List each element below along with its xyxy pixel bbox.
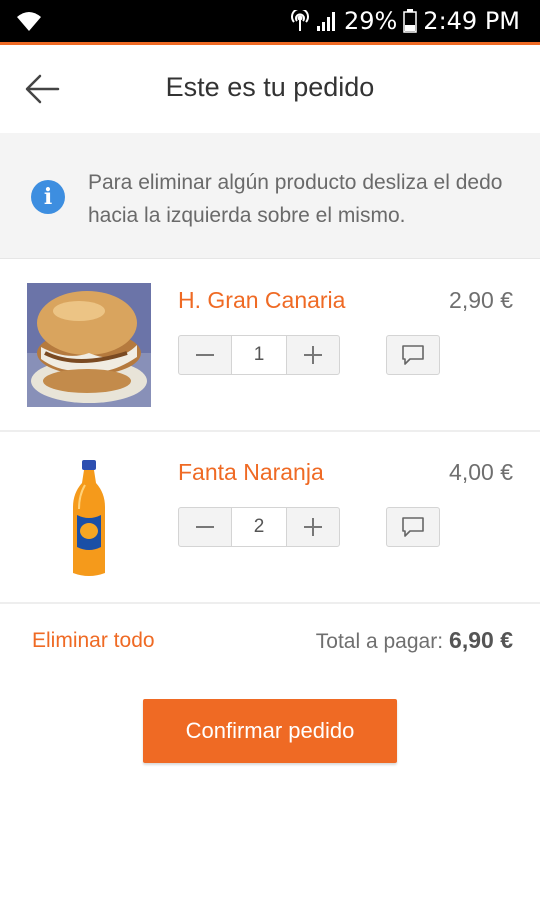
quantity-value[interactable]: 2 xyxy=(231,508,287,546)
quantity-stepper: 2 xyxy=(178,507,340,547)
comment-icon xyxy=(402,345,424,365)
decrease-quantity-button[interactable] xyxy=(179,336,231,374)
increase-quantity-button[interactable] xyxy=(287,508,339,546)
comment-button[interactable] xyxy=(386,335,440,375)
signal-icon xyxy=(316,12,335,31)
battery-icon xyxy=(403,9,418,33)
page-title: Este es tu pedido xyxy=(165,72,375,102)
status-right: 29% 2:49 PM xyxy=(290,7,520,35)
confirm-order-button[interactable]: Confirmar pedido xyxy=(143,699,397,763)
order-total: Total a pagar: 6,90 € xyxy=(316,627,513,654)
item-name: Fanta Naranja xyxy=(178,459,324,485)
sandwich-image xyxy=(27,283,151,407)
order-item[interactable]: H. Gran Canaria 2,90 € 1 xyxy=(0,260,540,432)
increase-quantity-button[interactable] xyxy=(287,336,339,374)
delete-all-link[interactable]: Eliminar todo xyxy=(32,629,155,653)
decrease-quantity-button[interactable] xyxy=(179,508,231,546)
total-value: 6,90 € xyxy=(449,627,513,653)
info-text: Para eliminar algún producto desliza el … xyxy=(88,171,503,227)
total-label: Total a pagar: xyxy=(315,630,444,653)
comment-button[interactable] xyxy=(386,507,440,547)
comment-icon xyxy=(402,517,424,537)
orange-soda-bottle-image xyxy=(27,455,151,579)
quantity-value[interactable]: 1 xyxy=(231,336,287,374)
order-item[interactable]: Fanta Naranja 4,00 € 2 xyxy=(0,432,540,604)
plus-icon xyxy=(303,518,322,536)
info-banner: i Para eliminar algún producto desliza e… xyxy=(0,133,540,259)
hotspot-icon xyxy=(291,10,309,31)
plus-icon xyxy=(303,346,322,364)
minus-icon xyxy=(196,526,215,528)
item-name: H. Gran Canaria xyxy=(178,287,346,313)
app-header: Este es tu pedido xyxy=(0,45,540,133)
status-bar: 29% 2:49 PM xyxy=(0,0,540,42)
info-icon: i xyxy=(31,180,65,214)
item-price: 4,00 € xyxy=(449,459,513,485)
wifi-icon xyxy=(17,12,41,31)
quantity-stepper: 1 xyxy=(178,335,340,375)
battery-percent: 29% xyxy=(343,7,398,35)
item-price: 2,90 € xyxy=(449,287,513,313)
clock: 2:49 PM xyxy=(423,7,520,35)
minus-icon xyxy=(196,354,215,356)
